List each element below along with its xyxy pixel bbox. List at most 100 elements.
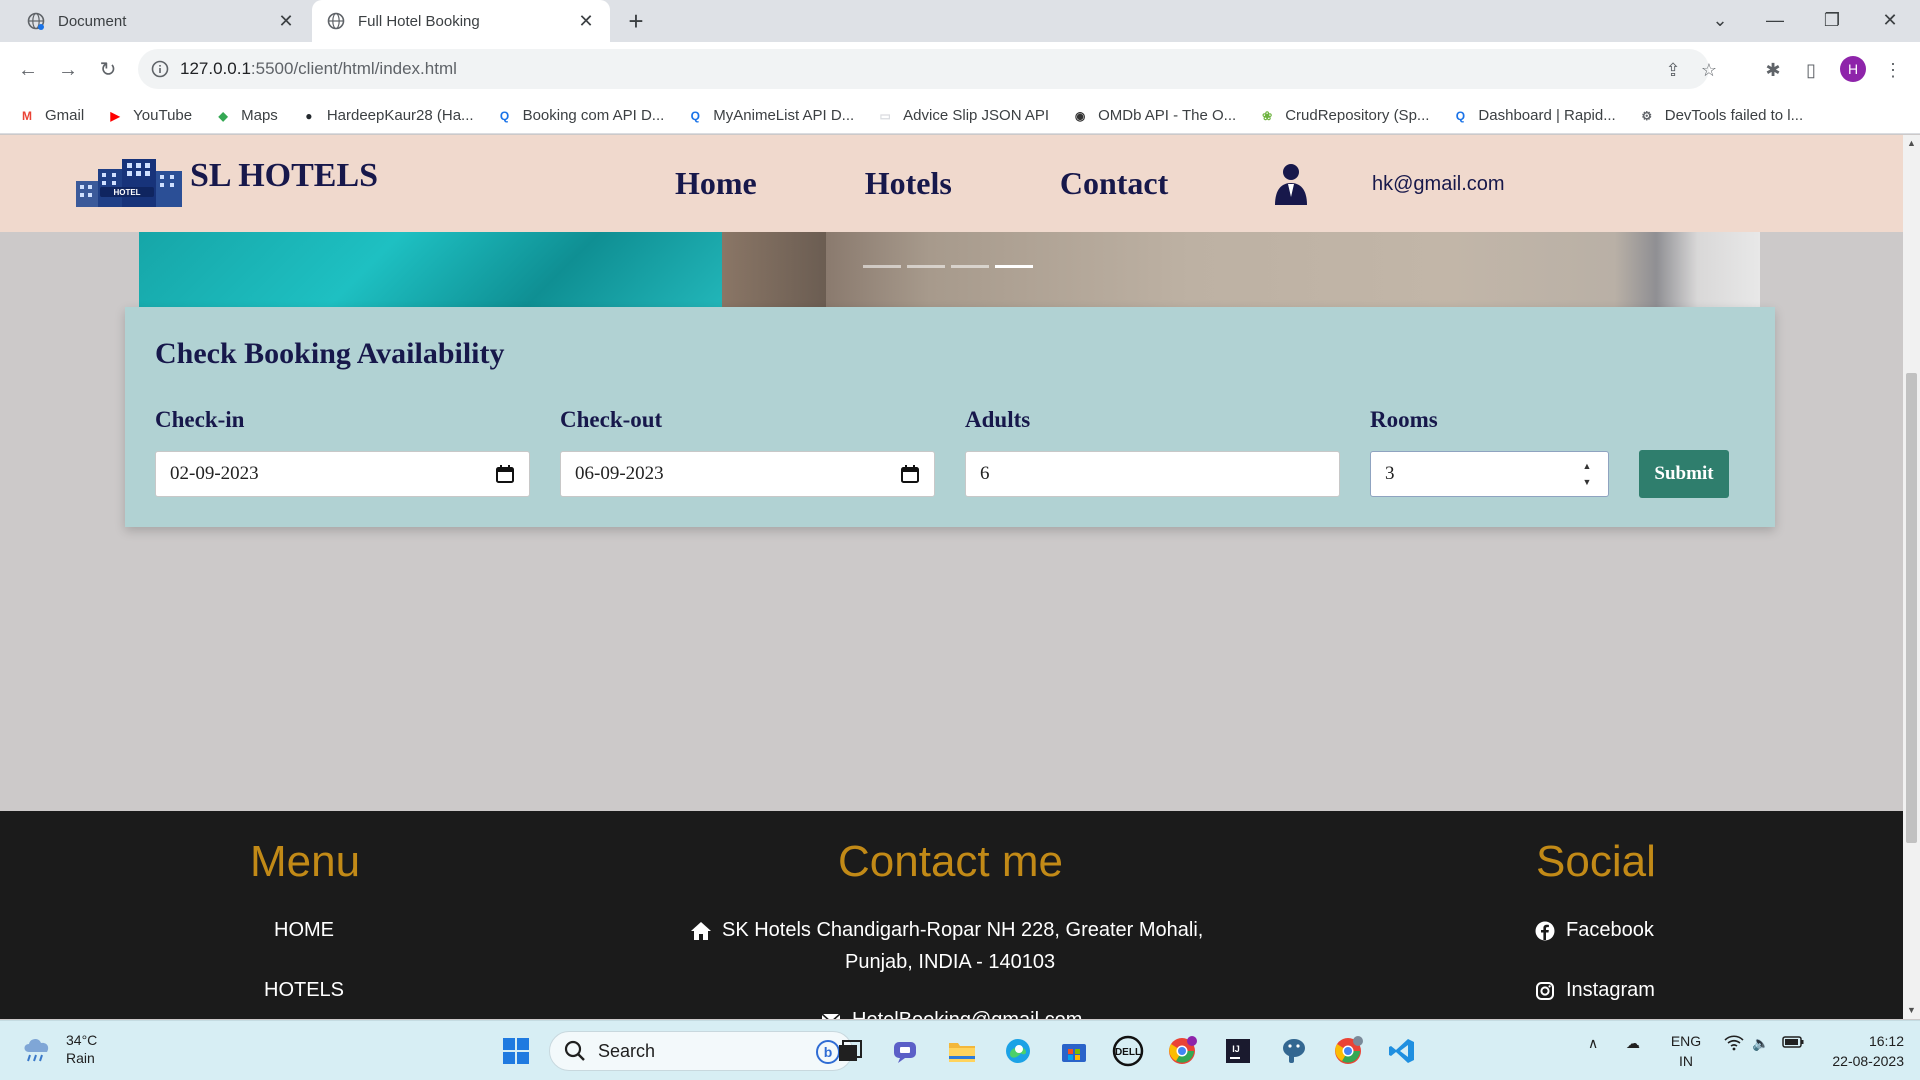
scrollbar-thumb[interactable] bbox=[1906, 373, 1917, 843]
bookmark-item[interactable]: ◉ OMDb API - The O... bbox=[1071, 107, 1236, 125]
bookmark-item[interactable]: ▶ YouTube bbox=[106, 107, 193, 125]
show-hidden-icons-chevron-icon[interactable]: ∧ bbox=[1588, 1035, 1598, 1052]
bookmark-item[interactable]: ● HardeepKaur28 (Ha... bbox=[300, 107, 474, 125]
blank-page-icon: ▭ bbox=[879, 108, 891, 123]
bookmark-label: Maps bbox=[241, 107, 278, 124]
task-view-icon[interactable] bbox=[832, 1033, 868, 1069]
user-icon[interactable] bbox=[1272, 163, 1310, 205]
microsoft-store-icon[interactable] bbox=[1056, 1033, 1092, 1069]
adults-input[interactable]: 6 bbox=[965, 451, 1340, 497]
tab-strip: Document ✕ Full Hotel Booking ✕ + ⌄ — ❐ … bbox=[0, 0, 1920, 42]
new-tab-button[interactable]: + bbox=[622, 8, 650, 36]
more-menu-icon[interactable]: ⋮ bbox=[1882, 59, 1904, 81]
footer-link-facebook[interactable]: Facebook bbox=[1534, 919, 1654, 942]
adults-label: Adults bbox=[965, 407, 1031, 432]
clock[interactable]: 16:12 22-08-2023 bbox=[1820, 1031, 1904, 1071]
carousel-indicator[interactable] bbox=[995, 265, 1033, 268]
taskbar-search[interactable]: Search b bbox=[549, 1031, 853, 1071]
minimize-button[interactable]: — bbox=[1755, 6, 1795, 34]
checkin-input[interactable]: 02-09-2023 bbox=[155, 451, 530, 497]
rooms-input[interactable]: 3 ▲ ▼ bbox=[1370, 451, 1609, 497]
postgresql-icon[interactable] bbox=[1276, 1033, 1312, 1069]
tab-document[interactable]: Document ✕ bbox=[12, 0, 310, 42]
edge-icon[interactable] bbox=[1000, 1033, 1036, 1069]
restore-button[interactable]: ❐ bbox=[1812, 6, 1852, 34]
close-icon[interactable]: ✕ bbox=[276, 11, 296, 31]
tab-search-chevron-icon[interactable]: ⌄ bbox=[1700, 6, 1740, 34]
teams-chat-icon[interactable] bbox=[888, 1033, 924, 1069]
scroll-up-arrow-icon[interactable]: ▲ bbox=[1903, 135, 1920, 152]
scroll-down-arrow-icon[interactable]: ▼ bbox=[1903, 1002, 1920, 1019]
address-line-1: SK Hotels Chandigarh-Ropar NH 228, Great… bbox=[722, 919, 1204, 941]
browser-toolbar: ← → ↻ 127.0.0.1:5500/client/html/index.h… bbox=[0, 42, 1920, 98]
maps-icon: ◆ bbox=[218, 108, 228, 123]
language-code: ENG bbox=[1670, 1033, 1702, 1049]
bookmark-item[interactable]: Q Dashboard | Rapid... bbox=[1451, 107, 1616, 125]
address-bar[interactable]: 127.0.0.1:5500/client/html/index.html ⇪ … bbox=[138, 49, 1717, 89]
intellij-icon[interactable]: IJ bbox=[1220, 1033, 1256, 1069]
vscode-icon[interactable] bbox=[1384, 1033, 1420, 1069]
submit-button[interactable]: Submit bbox=[1639, 450, 1729, 498]
stepper-up-icon[interactable]: ▲ bbox=[1580, 460, 1594, 472]
page-scrollbar[interactable]: ▲ ▼ bbox=[1903, 135, 1920, 1019]
bookmark-item[interactable]: ⚙ DevTools failed to l... bbox=[1638, 107, 1803, 125]
checkin-field: Check-in 02-09-2023 bbox=[155, 407, 530, 497]
rooms-stepper[interactable]: ▲ ▼ bbox=[1580, 460, 1594, 488]
nav-hotels[interactable]: Hotels bbox=[865, 165, 952, 202]
brand[interactable]: HOTEL SL HOTELS bbox=[74, 157, 378, 209]
carousel-indicator[interactable] bbox=[951, 265, 989, 268]
bookmark-item[interactable]: Q MyAnimeList API D... bbox=[686, 107, 855, 125]
clock-time: 16:12 bbox=[1868, 1033, 1904, 1049]
back-arrow-icon[interactable]: ← bbox=[12, 54, 44, 86]
reload-icon[interactable]: ↻ bbox=[92, 54, 124, 86]
checkout-input[interactable]: 06-09-2023 bbox=[560, 451, 935, 497]
footer-email[interactable]: HotelBooking@gmail.com bbox=[820, 1009, 1082, 1019]
bookmark-item[interactable]: Q Booking com API D... bbox=[496, 107, 664, 125]
carousel-indicator[interactable] bbox=[863, 265, 901, 268]
brand-name: SL HOTELS bbox=[190, 157, 379, 194]
bookmark-star-icon[interactable]: ☆ bbox=[1698, 59, 1720, 81]
url-text: 127.0.0.1:5500/client/html/index.html bbox=[180, 59, 457, 79]
carousel-indicator[interactable] bbox=[907, 265, 945, 268]
file-explorer-icon[interactable] bbox=[944, 1033, 980, 1069]
forward-arrow-icon[interactable]: → bbox=[52, 54, 84, 86]
share-icon[interactable]: ⇪ bbox=[1662, 59, 1684, 81]
speaker-icon[interactable]: 🔈 bbox=[1752, 1035, 1769, 1052]
profile-avatar[interactable]: H bbox=[1840, 56, 1866, 82]
extensions-icon[interactable]: ✱ bbox=[1762, 59, 1784, 81]
region-code: IN bbox=[1679, 1053, 1693, 1069]
bookmark-item[interactable]: ◆ Maps bbox=[214, 107, 278, 125]
window-close-button[interactable]: ✕ bbox=[1870, 6, 1910, 34]
stepper-down-icon[interactable]: ▼ bbox=[1580, 476, 1594, 488]
tab-full-hotel-booking[interactable]: Full Hotel Booking ✕ bbox=[312, 0, 610, 42]
footer-social-title: Social bbox=[1536, 837, 1656, 886]
calendar-icon[interactable] bbox=[495, 464, 515, 484]
site-info-icon[interactable] bbox=[150, 59, 170, 79]
chrome-profile-icon[interactable] bbox=[1164, 1033, 1200, 1069]
bookmark-item[interactable]: M Gmail bbox=[18, 107, 84, 125]
calendar-icon[interactable] bbox=[900, 464, 920, 484]
nav-home[interactable]: Home bbox=[675, 165, 757, 202]
side-panel-icon[interactable]: ▯ bbox=[1800, 59, 1822, 81]
onedrive-icon[interactable]: ☁ bbox=[1626, 1035, 1640, 1052]
bookmark-item[interactable]: ❀ CrudRepository (Sp... bbox=[1258, 107, 1429, 125]
footer-link-instagram[interactable]: Instagram bbox=[1534, 979, 1655, 1002]
footer-link-home[interactable]: HOME bbox=[274, 919, 334, 942]
dell-icon[interactable]: DELL bbox=[1110, 1033, 1146, 1069]
footer-link-hotels[interactable]: HOTELS bbox=[264, 979, 344, 1002]
chrome-profile-2-icon[interactable] bbox=[1330, 1033, 1366, 1069]
language-indicator[interactable]: ENG IN bbox=[1668, 1031, 1704, 1071]
close-icon[interactable]: ✕ bbox=[576, 11, 596, 31]
bookmark-label: HardeepKaur28 (Ha... bbox=[326, 107, 474, 124]
bookmark-item[interactable]: ▭ Advice Slip JSON API bbox=[876, 107, 1050, 125]
battery-icon[interactable] bbox=[1782, 1035, 1804, 1052]
bookmarks-bar: M Gmail ▶ YouTube ◆ Maps ● HardeepKaur28 (Ha...… bbox=[0, 98, 1920, 134]
weather-widget[interactable]: 34°C Rain bbox=[20, 1031, 97, 1067]
windows-start-icon[interactable] bbox=[498, 1033, 534, 1069]
bookmark-label: Gmail bbox=[45, 107, 85, 124]
svg-text:DELL: DELL bbox=[1115, 1047, 1141, 1058]
wifi-icon[interactable] bbox=[1724, 1035, 1744, 1054]
rooms-field: Rooms 3 ▲ ▼ bbox=[1370, 407, 1609, 497]
nav-contact[interactable]: Contact bbox=[1060, 165, 1168, 202]
carousel-image-room bbox=[722, 232, 1760, 308]
